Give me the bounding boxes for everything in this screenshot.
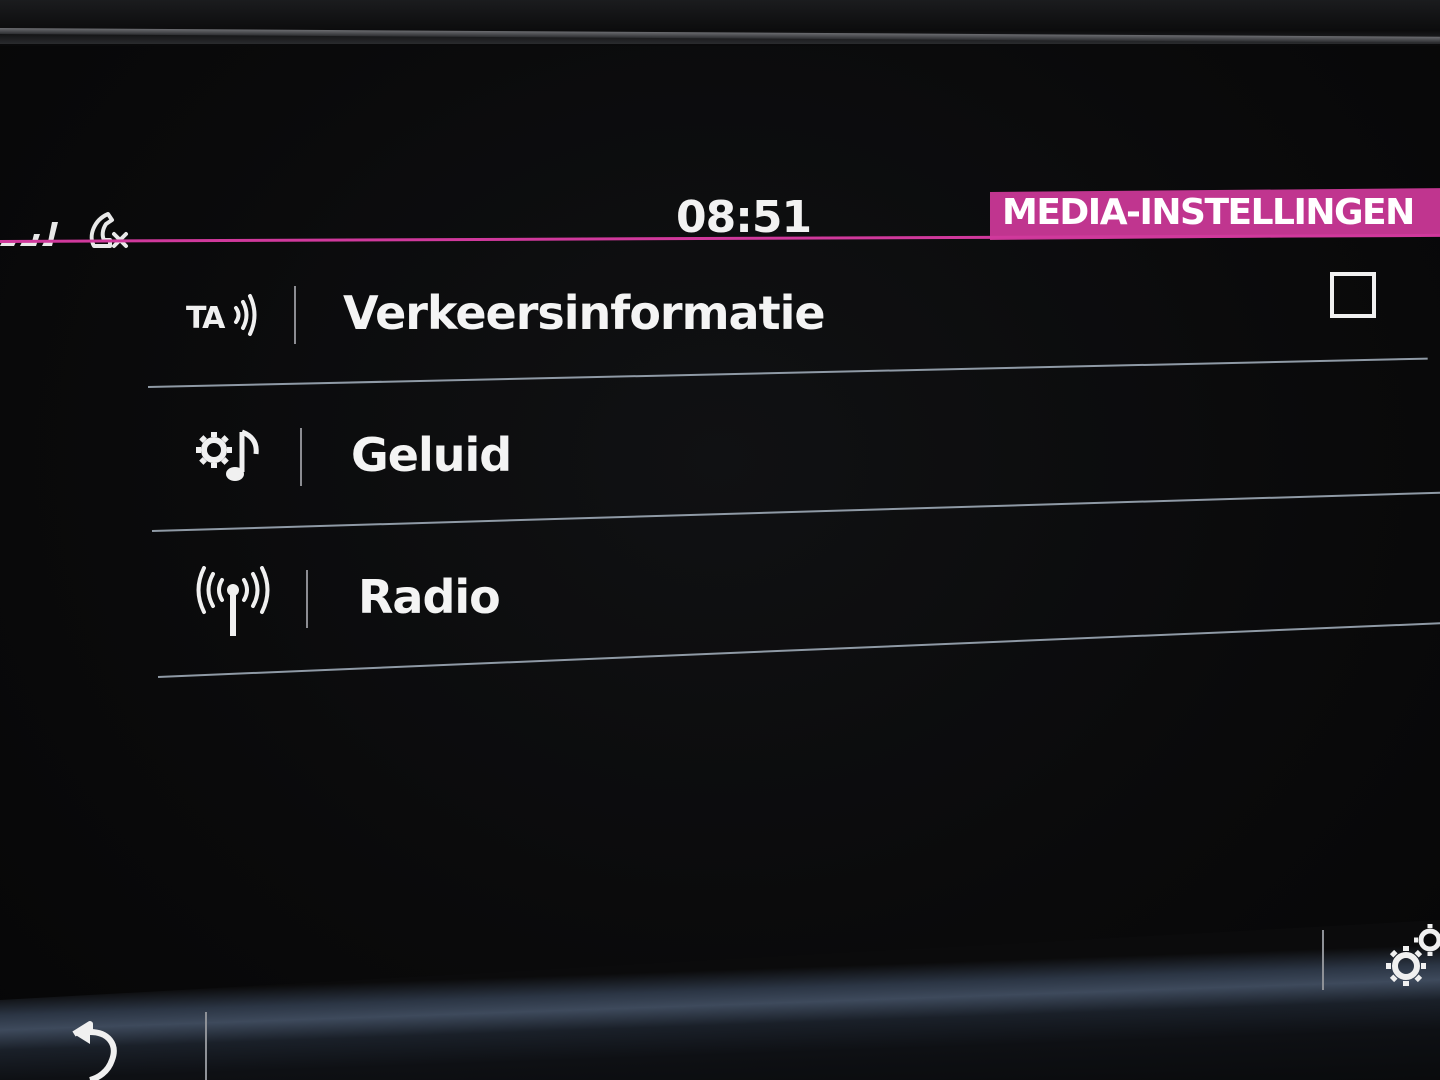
verkeersinformatie-checkbox[interactable] — [1330, 272, 1376, 318]
radio-antenna-icon — [196, 566, 270, 642]
bottom-separator — [205, 1012, 207, 1080]
infotainment-screen: 08:51 MEDIA-INSTELLINGEN TA Verkeersinfo… — [0, 0, 1440, 1080]
menu-item-label: Verkeersinformatie — [343, 286, 826, 340]
settings-button[interactable] — [1380, 920, 1440, 995]
media-settings-menu: TA Verkeersinformatie Geluid Radio — [0, 0, 1440, 1080]
traffic-announcement-icon: TA — [186, 290, 262, 344]
sound-settings-icon — [194, 428, 266, 494]
bottom-separator — [1322, 930, 1324, 990]
menu-item-verkeersinformatie[interactable]: TA Verkeersinformatie — [150, 250, 1430, 390]
menu-item-label: Geluid — [351, 428, 512, 482]
menu-item-label: Radio — [358, 570, 501, 624]
back-button[interactable] — [60, 1020, 130, 1080]
row-separator — [300, 428, 302, 486]
back-arrow-icon — [60, 1021, 130, 1080]
row-separator — [306, 570, 308, 628]
menu-item-radio[interactable]: Radio — [150, 536, 1440, 676]
svg-text:TA: TA — [186, 301, 226, 336]
settings-gears-icon — [1380, 924, 1440, 999]
row-separator — [294, 286, 296, 344]
